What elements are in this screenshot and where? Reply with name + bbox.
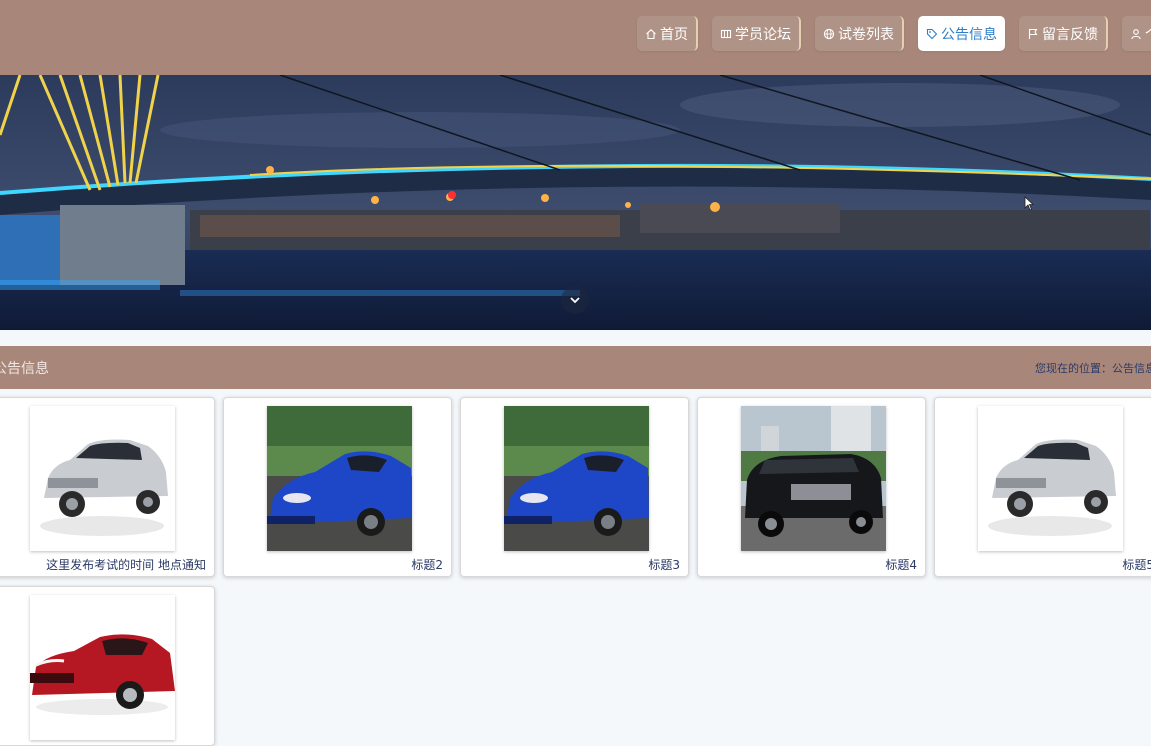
- nav-item-label: 个人: [1145, 24, 1151, 44]
- nav-item-label: 学员论坛: [735, 26, 791, 43]
- nav-item-label: 公告信息: [941, 26, 997, 43]
- announcement-card[interactable]: 这里发布考试的时间 地点通知: [0, 397, 215, 577]
- card-image-blue-sports-car: [504, 406, 649, 551]
- announcement-card[interactable]: 标题4: [697, 397, 926, 577]
- announcement-card[interactable]: 标题2: [223, 397, 452, 577]
- nav-item-label: 试卷列表: [838, 26, 894, 43]
- card-title[interactable]: 标题5: [1122, 556, 1151, 573]
- home-icon: [645, 28, 657, 40]
- nav-item-exam-list[interactable]: 试卷列表: [815, 16, 904, 51]
- card-title[interactable]: 标题3: [648, 556, 680, 573]
- section-header: 公告信息 您现在的位置：公告信息: [0, 346, 1151, 389]
- globe-icon: [823, 28, 835, 40]
- user-icon: [1130, 28, 1142, 40]
- chevron-down-icon: [570, 297, 580, 304]
- scroll-down-button[interactable]: [561, 286, 589, 314]
- card-image-silver-suv: [30, 406, 175, 551]
- tag-icon: [926, 28, 938, 40]
- nav-item-forum[interactable]: 学员论坛: [712, 16, 801, 51]
- nav-item-label: 留言反馈: [1042, 26, 1098, 43]
- card-image-red-sedan: [30, 595, 175, 740]
- nav-item-feedback[interactable]: 留言反馈: [1019, 16, 1108, 51]
- main-nav: 首页 学员论坛 试卷列表 公告信息 留言反馈: [637, 16, 1151, 51]
- nav-item-label: 首页: [660, 26, 688, 43]
- mouse-cursor-icon: [1024, 196, 1034, 211]
- card-image-silver-suv: [978, 406, 1123, 551]
- announcement-card[interactable]: 标题5: [934, 397, 1151, 577]
- nav-item-profile[interactable]: 个人: [1122, 16, 1151, 51]
- announcement-card[interactable]: 标题3: [460, 397, 689, 577]
- nav-item-announcements[interactable]: 公告信息: [918, 16, 1005, 51]
- card-title[interactable]: 标题4: [885, 556, 917, 573]
- breadcrumb: 您现在的位置：公告信息: [1035, 362, 1151, 375]
- announcement-card[interactable]: [0, 586, 215, 746]
- card-title[interactable]: 这里发布考试的时间 地点通知: [46, 556, 206, 573]
- card-title[interactable]: 标题2: [411, 556, 443, 573]
- top-navigation-bar: 首页 学员论坛 试卷列表 公告信息 留言反馈: [0, 0, 1151, 75]
- flag-icon: [1027, 28, 1039, 40]
- section-title: 公告信息: [0, 361, 49, 377]
- card-image-black-suv: [741, 406, 886, 551]
- hero-banner: [0, 75, 1151, 330]
- forum-icon: [720, 28, 732, 40]
- card-image-blue-sports-car: [267, 406, 412, 551]
- nav-item-home[interactable]: 首页: [637, 16, 698, 51]
